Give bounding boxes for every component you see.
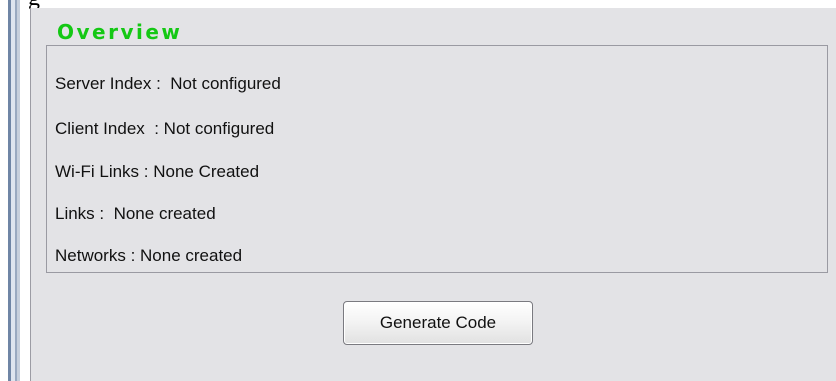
server-index-status: Server Index : Not configured (55, 74, 281, 93)
overview-info-box: Server Index : Not configured Client Ind… (46, 45, 828, 273)
overview-title: Overview (57, 20, 183, 44)
wifi-links-status: Wi-Fi Links : None Created (55, 162, 260, 181)
links-status: Links : None created (55, 204, 216, 223)
window-left-border (8, 0, 20, 381)
networks-status: Networks : None created (55, 246, 243, 265)
generate-code-button[interactable]: Generate Code (343, 301, 533, 345)
client-index-status: Client Index : Not configured (55, 119, 275, 138)
